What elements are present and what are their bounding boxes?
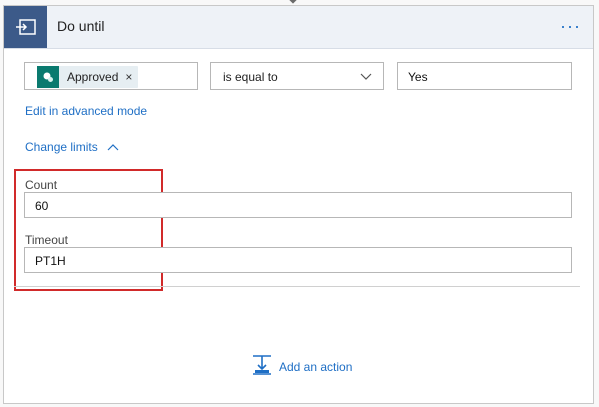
count-label: Count (25, 178, 58, 192)
card-title: Do until (57, 18, 105, 34)
add-action-button[interactable]: Add an action (251, 354, 352, 379)
token-label: Approved (67, 70, 119, 84)
condition-value: Yes (408, 70, 428, 84)
do-until-loop-icon (4, 6, 47, 48)
divider (14, 286, 580, 287)
chevron-up-icon (106, 142, 120, 152)
change-limits-label: Change limits (25, 140, 98, 154)
card-header[interactable]: Do until ··· (4, 6, 593, 49)
connector-notch (287, 0, 299, 4)
count-value: 60 (35, 199, 49, 213)
count-input[interactable]: 60 (24, 192, 572, 218)
edit-advanced-mode-link[interactable]: Edit in advanced mode (25, 104, 147, 118)
timeout-value: PT1H (35, 254, 66, 268)
more-options-icon[interactable]: ··· (560, 16, 581, 37)
condition-value-field[interactable]: Yes (397, 62, 572, 90)
add-action-label: Add an action (279, 359, 353, 374)
sharepoint-icon (37, 66, 59, 88)
change-limits-link[interactable]: Change limits (25, 140, 120, 154)
remove-token-icon[interactable]: × (125, 70, 132, 84)
condition-left-field[interactable]: Approved × (24, 62, 198, 90)
approved-token: Approved × (37, 66, 139, 88)
timeout-input[interactable]: PT1H (24, 247, 572, 273)
operator-select[interactable]: is equal to (210, 62, 384, 90)
operator-value: is equal to (223, 70, 278, 84)
add-action-icon (251, 354, 273, 379)
timeout-label: Timeout (25, 233, 68, 247)
do-until-card: Do until ··· Approved × is equal to Yes … (3, 5, 594, 404)
chevron-down-icon (359, 69, 373, 86)
